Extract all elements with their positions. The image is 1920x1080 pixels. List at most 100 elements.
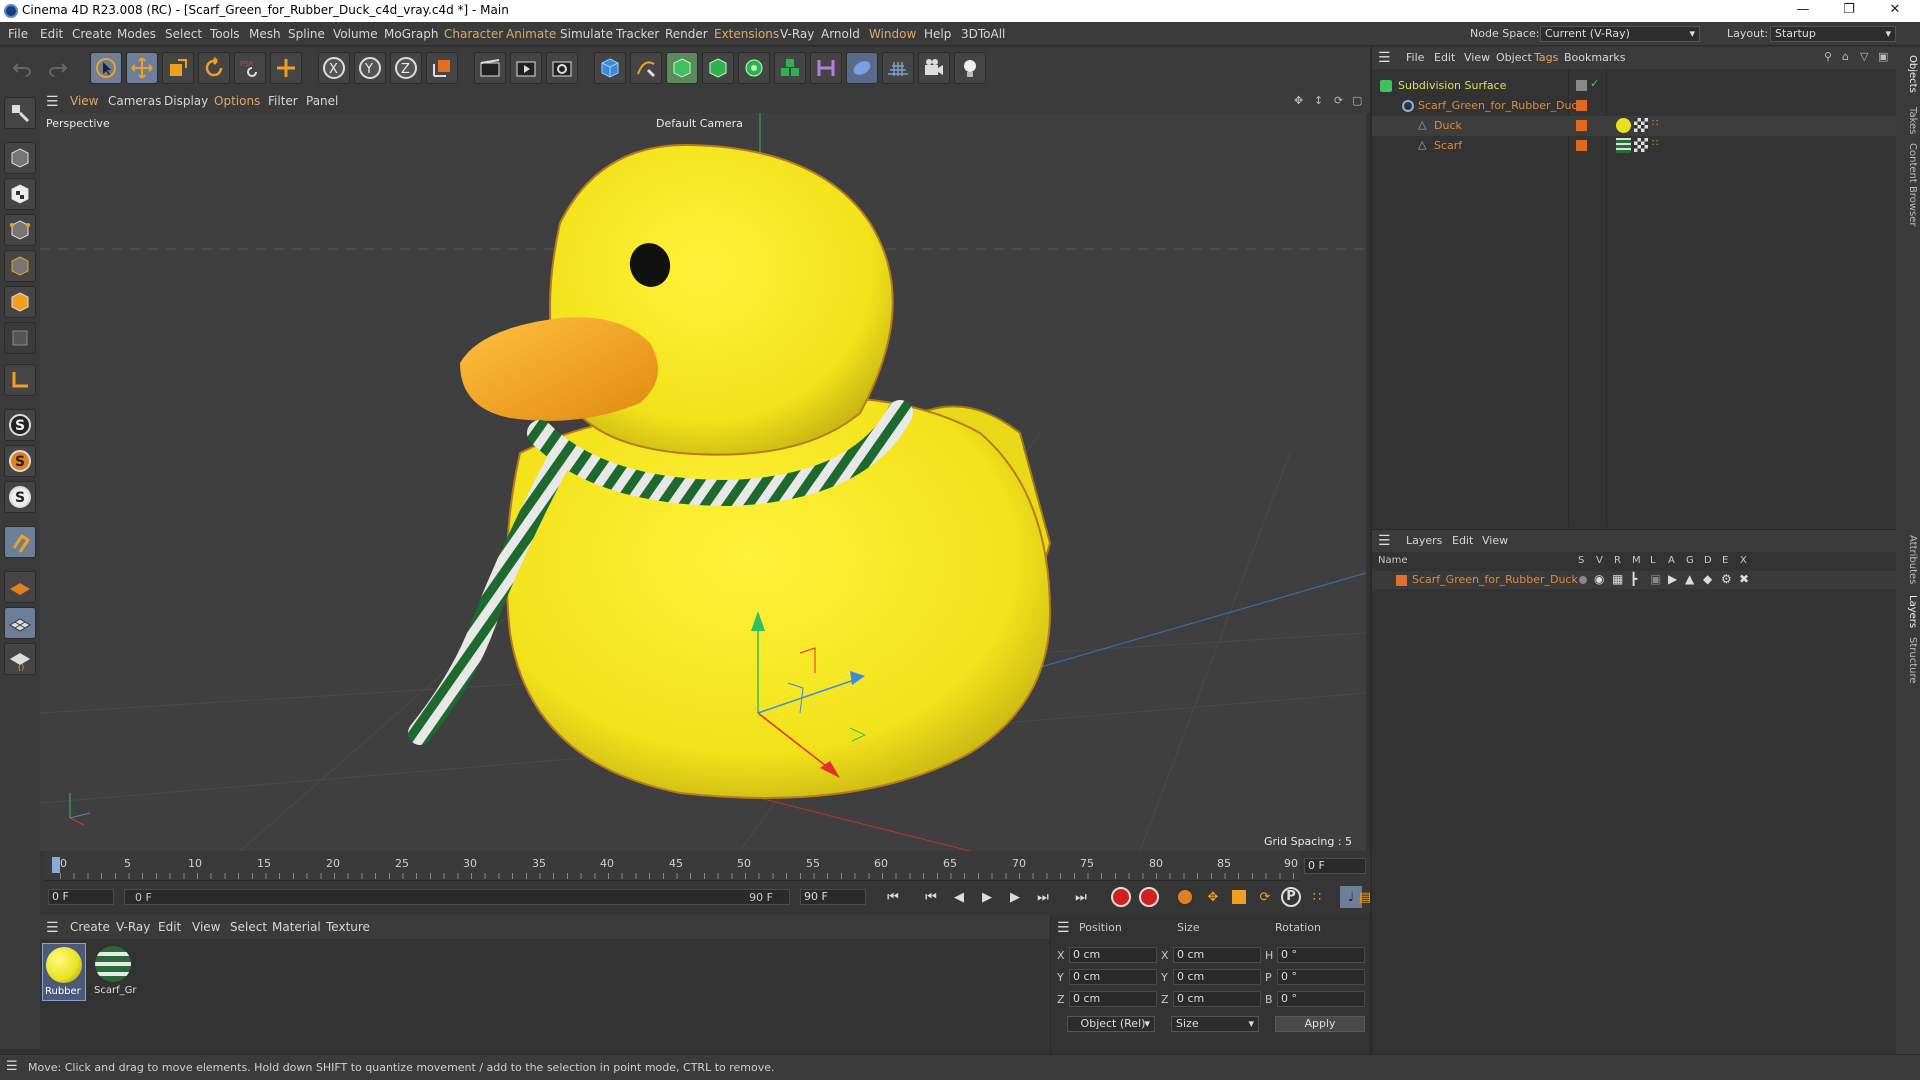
menu-help[interactable]: Help (924, 27, 951, 41)
record-button[interactable] (1110, 886, 1132, 908)
rotation-p-field[interactable]: 0 ° (1277, 969, 1365, 985)
material-item[interactable]: Rubber (42, 943, 86, 1001)
key-rotation-button[interactable]: ⟳ (1254, 886, 1276, 908)
material-menu-texture[interactable]: Texture (326, 920, 370, 934)
edit-icon[interactable] (1576, 80, 1587, 91)
perspective-viewport[interactable]: Perspective Default Camera Grid Spacing … (40, 113, 1366, 851)
menu-file[interactable]: File (8, 27, 28, 41)
position-x-field[interactable]: 0 cm (1069, 947, 1157, 963)
floor-button[interactable] (882, 52, 914, 84)
cube-button[interactable] (594, 52, 626, 84)
tab-attributes[interactable]: Attributes (1898, 535, 1918, 584)
rotate-view-icon[interactable]: ⟳ (1334, 94, 1343, 107)
x-axis-button[interactable]: X (318, 52, 350, 84)
size-y-field[interactable]: 0 cm (1173, 969, 1261, 985)
layers-menu-view[interactable]: View (1482, 534, 1508, 547)
rotation-b-field[interactable]: 0 ° (1277, 991, 1365, 1007)
material-menu-vray[interactable]: V-Ray (116, 920, 150, 934)
magnet-button[interactable] (4, 526, 36, 558)
layers-menu-edit[interactable]: Edit (1452, 534, 1473, 547)
camera-label[interactable]: Default Camera (656, 117, 743, 130)
viewport-menu-options[interactable]: Options (214, 94, 260, 108)
snap-settings-button[interactable]: S (4, 445, 36, 477)
add-tool-button[interactable] (270, 52, 302, 84)
range-slider[interactable]: 0 F 90 F (124, 889, 790, 905)
edges-mode-button[interactable] (4, 250, 36, 282)
subdivision-button[interactable] (666, 52, 698, 84)
viewport-menu-display[interactable]: Display (164, 94, 208, 108)
generator-icon[interactable]: ▲ (1685, 572, 1694, 586)
next-key-button[interactable]: ⏭ (1032, 886, 1054, 908)
object-row-scarf-group[interactable]: Scarf_Green_for_Rubber_Duck (1372, 96, 1898, 116)
end-frame-field[interactable]: 90 F (800, 889, 866, 905)
menu-animate[interactable]: Animate (506, 27, 556, 41)
start-frame-field[interactable]: 0 F (48, 889, 114, 905)
auto-key-button[interactable] (1138, 886, 1160, 908)
snap-button[interactable]: S (4, 409, 36, 441)
object-menu-edit[interactable]: Edit (1434, 51, 1455, 64)
object-menu-object[interactable]: Object (1496, 51, 1532, 64)
checkmark-icon[interactable]: ✓ (1590, 77, 1599, 90)
minimize-button[interactable]: — (1780, 0, 1826, 22)
menu-vray[interactable]: V-Ray (780, 27, 814, 41)
menu-volume[interactable]: Volume (333, 27, 378, 41)
undo-button[interactable] (6, 52, 38, 84)
tab-objects[interactable]: Objects (1898, 55, 1918, 93)
menu-3dtoall[interactable]: 3DToAll (961, 27, 1005, 41)
material-menu-view[interactable]: View (192, 920, 220, 934)
key-pla-button[interactable]: ∷ (1306, 886, 1328, 908)
object-row-duck[interactable]: △ Duck ∷ (1372, 116, 1898, 136)
menu-spline[interactable]: Spline (288, 27, 325, 41)
solo-dot-icon[interactable] (1579, 576, 1587, 584)
render-clapper-icon[interactable]: ▦ (1612, 572, 1623, 586)
workplane-button[interactable] (4, 571, 36, 603)
xref-icon[interactable]: ✖ (1739, 572, 1749, 586)
size-z-field[interactable]: 0 cm (1173, 991, 1261, 1007)
apply-button[interactable]: Apply (1275, 1016, 1365, 1032)
menu-extensions[interactable]: Extensions (714, 27, 779, 41)
tab-takes[interactable]: Takes (1898, 107, 1918, 134)
hamburger-icon[interactable]: ☰ (46, 920, 59, 936)
hamburger-icon[interactable]: ☰ (46, 94, 59, 110)
go-to-end-button[interactable]: ⏭ (1070, 886, 1092, 908)
coordinate-system-button[interactable] (426, 52, 458, 84)
hamburger-icon[interactable]: ☰ (6, 1059, 18, 1074)
y-axis-button[interactable]: Y (354, 52, 386, 84)
menu-tracker[interactable]: Tracker (616, 27, 659, 41)
polygons-mode-button[interactable] (4, 286, 36, 318)
previous-key-button[interactable]: ⏮ (920, 886, 942, 908)
restore-button[interactable]: ❐ (1826, 0, 1872, 22)
menu-character[interactable]: Character (444, 27, 503, 41)
filter-icon[interactable]: ▽ (1860, 50, 1868, 63)
material-item[interactable]: Scarf_Gr (92, 943, 136, 1001)
viewport-menu-panel[interactable]: Panel (306, 94, 338, 108)
tab-layers[interactable]: Layers (1898, 595, 1918, 628)
layer-row[interactable]: Scarf_Green_for_Rubber_Duck ◉ ▦ ┣ ▣ ▶ ▲ … (1372, 571, 1898, 589)
layout-select[interactable]: Startup ▾ (1770, 26, 1896, 42)
rotation-h-field[interactable]: 0 ° (1277, 947, 1365, 963)
next-frame-button[interactable]: ▶ (1004, 886, 1026, 908)
object-row-subdivision[interactable]: Subdivision Surface ✓ (1372, 76, 1898, 96)
menu-arnold[interactable]: Arnold (821, 27, 860, 41)
extrude-button[interactable] (702, 52, 734, 84)
render-settings-button[interactable] (546, 52, 578, 84)
menu-tools[interactable]: Tools (210, 27, 240, 41)
hamburger-icon[interactable]: ☰ (1378, 533, 1391, 549)
layers-menu-layers[interactable]: Layers (1406, 534, 1442, 547)
viewport-menu-cameras[interactable]: Cameras (108, 94, 161, 108)
deformer-button[interactable] (810, 52, 842, 84)
playhead[interactable] (52, 857, 60, 873)
zoom-view-icon[interactable]: ↕ (1314, 94, 1323, 107)
locked-workplane-button[interactable]: () (4, 643, 36, 675)
deformer-icon[interactable]: ◆ (1703, 572, 1712, 586)
menu-mesh[interactable]: Mesh (249, 27, 281, 41)
manager-tree-icon[interactable]: ┣ (1630, 572, 1637, 586)
menu-render[interactable]: Render (665, 27, 708, 41)
hamburger-icon[interactable]: ☰ (1378, 50, 1391, 66)
viewport-menu-filter[interactable]: Filter (268, 94, 298, 108)
menu-create[interactable]: Create (72, 27, 112, 41)
object-menu-tags[interactable]: Tags (1534, 51, 1558, 64)
coordinate-mode-select[interactable]: Object (Rel) ▾ (1067, 1016, 1155, 1032)
render-view-button[interactable] (474, 52, 506, 84)
maximize-view-icon[interactable]: ▢ (1352, 94, 1362, 107)
